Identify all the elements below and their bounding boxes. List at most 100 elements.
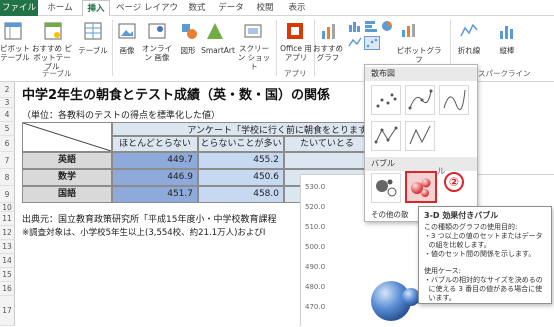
more-scatter-charts-link[interactable]: その他の散 [371,209,409,220]
row-header[interactable]: 10 [0,203,15,212]
row-header[interactable]: 14 [0,254,15,268]
group-label-apps: アプリ [284,69,307,78]
tooltip-line: の組を比較します。 [424,241,491,249]
smartart-button[interactable]: SmartArt [198,46,238,55]
online-picture-button[interactable]: オンライン 画像 [140,44,174,62]
sparkline-line-icon [460,22,478,43]
chart-axis-tick-label: 510.0 [305,223,326,231]
row-header[interactable]: 11 [0,212,15,226]
tab-data[interactable]: データ [216,0,246,16]
pie-chart-small-icon[interactable] [380,20,394,35]
picture-icon [118,22,136,43]
row-label-english[interactable]: 英語 [22,152,112,169]
row-header[interactable]: 2 [0,82,15,98]
pivot-table-icon [4,22,22,43]
column-header-rarely[interactable]: ほとんどとらない [112,136,198,152]
tooltip-line: この種類のグラフの使用目的: [424,223,518,231]
row-header[interactable]: 3 [0,98,15,108]
pivot-chart-icon [400,22,416,41]
sparkline-column-button[interactable]: 縦棒 [490,46,524,55]
scatter-markers-option[interactable] [371,85,401,115]
tooltip-body: この種類のグラフの使用目的: ・3 つ以上の値のセットまたはデータ の組を比較しま… [424,223,546,303]
pivot-chart-button[interactable]: ピボットグラフ [396,46,442,64]
survey-header-cell[interactable]: アンケート「学校に行く前に朝食をとります [112,122,370,136]
table-corner-cell[interactable] [22,122,112,152]
pivot-table-button[interactable]: ピボット テーブル [0,44,30,62]
bubble-section-header: バブル [365,157,477,171]
row-header[interactable]: 12 [0,226,15,240]
scatter-smooth-option[interactable] [439,85,469,115]
value-english-rarely[interactable]: 449.7 [112,152,198,169]
value-japanese-rarely[interactable]: 451.7 [112,186,198,203]
scatter-section-header: 散布図 [365,67,477,81]
chart-axis-tick-label: 520.0 [305,203,326,211]
scatter-smooth-markers-option[interactable] [405,85,435,115]
tooltip-line: ・値のセット間の関係を示します。 [424,250,536,258]
value-english-usually[interactable] [284,152,370,169]
row-label-math[interactable]: 数学 [22,169,112,186]
sparkline-line-button[interactable]: 折れ線 [452,46,486,55]
column-header-often-not[interactable]: とらないことが多い [198,136,284,152]
row-header[interactable]: 6 [0,136,15,152]
step-marker: ② [444,172,464,192]
tab-file[interactable]: ファイル [0,0,38,16]
row-header[interactable]: 7 [0,152,15,169]
column-chart-small-icon[interactable] [348,20,362,35]
row-header[interactable]: 9 [0,186,15,203]
recommended-charts-icon [320,22,338,43]
office-apps-button[interactable]: Office 用 アプリ [278,44,314,62]
tooltip-line: ・3 つ以上の値のセットまたはデータ [424,232,543,240]
value-math-often-not[interactable]: 450.6 [198,169,284,186]
scatter-chart-dropdown-icon[interactable] [364,36,380,50]
online-picture-icon [148,22,166,43]
tab-review[interactable]: 校閲 [252,0,278,16]
bar-chart-small-icon[interactable] [364,20,378,35]
group-label-sparkline: スパークライン [478,69,531,78]
value-japanese-often-not[interactable]: 458.0 [198,186,284,203]
unit-note: （単位：各教科のテストの得点を標準化した値） [22,111,221,121]
tooltip-line [424,259,546,267]
value-english-often-not[interactable]: 455.2 [198,152,284,169]
row-label-japanese[interactable]: 国語 [22,186,112,203]
source-note: 出典元：国立教育政策研究所「平成15年度小・中学校教育課程 [22,215,277,225]
row-header[interactable]: 8 [0,169,15,186]
sheet-title: 中学2年生の朝食とテスト成績（英・数・国）の関係 [22,88,331,103]
row-header[interactable]: 15 [0,268,15,282]
table-icon [84,22,102,43]
tab-insert[interactable]: 挿入 [82,0,110,17]
bubble-option[interactable] [371,173,401,203]
smartart-icon [206,22,224,43]
chart-axis-tick-label: 500.0 [305,243,326,251]
row-header[interactable]: 16 [0,282,15,296]
line-chart-small-icon[interactable] [348,36,362,51]
tooltip-line: に使える 3 番目の値がある場合に使 [424,285,543,293]
screenshot-button[interactable]: スクリーン ショット [236,44,272,71]
sparkline-column-icon [498,22,516,43]
3d-bubble-option[interactable] [405,171,437,203]
row-header[interactable]: 5 [0,122,15,136]
recommended-pivot-button[interactable]: おすすめ ピボットテーブル [32,44,72,71]
value-math-rarely[interactable]: 446.9 [112,169,198,186]
tooltip-line: ・バブルの相対的なサイズを決めるの [424,276,543,284]
office-store-icon [286,22,304,43]
recommended-charts-button[interactable]: おすすめ グラフ [312,44,344,62]
tab-page-layout[interactable]: ページ レイアウト [114,0,180,29]
scatter-chart-dropdown[interactable]: 散布図 バブル ル その他の散 [364,64,478,222]
group-label-table: テーブル [42,69,72,78]
picture-button[interactable]: 画像 [114,46,140,55]
bubble-partial-label: ル [437,167,446,177]
scatter-straight-markers-option[interactable] [371,121,401,151]
row-header[interactable]: 13 [0,240,15,254]
chart-axis-tick-label: 530.0 [305,183,326,191]
tab-view[interactable]: 表示 [284,0,310,16]
scatter-straight-option[interactable] [405,121,435,151]
column-header-usually[interactable]: たいていとる [284,136,370,152]
tab-formulas[interactable]: 数式 [184,0,210,16]
survey-footnote: ※調査対象は、小学校5年生以上(3,554校、約21.1万人)およびⅠ [22,228,266,238]
tab-home[interactable]: ホーム [42,0,78,16]
row-header[interactable]: 17 [0,296,15,326]
chart-type-tooltip: 3-D 効果付きバブル この種類のグラフの使用目的: ・3 つ以上の値のセットまた… [418,206,552,304]
table-button[interactable]: テーブル [78,46,108,55]
row-header[interactable]: 4 [0,108,15,122]
screenshot-icon [244,22,262,43]
